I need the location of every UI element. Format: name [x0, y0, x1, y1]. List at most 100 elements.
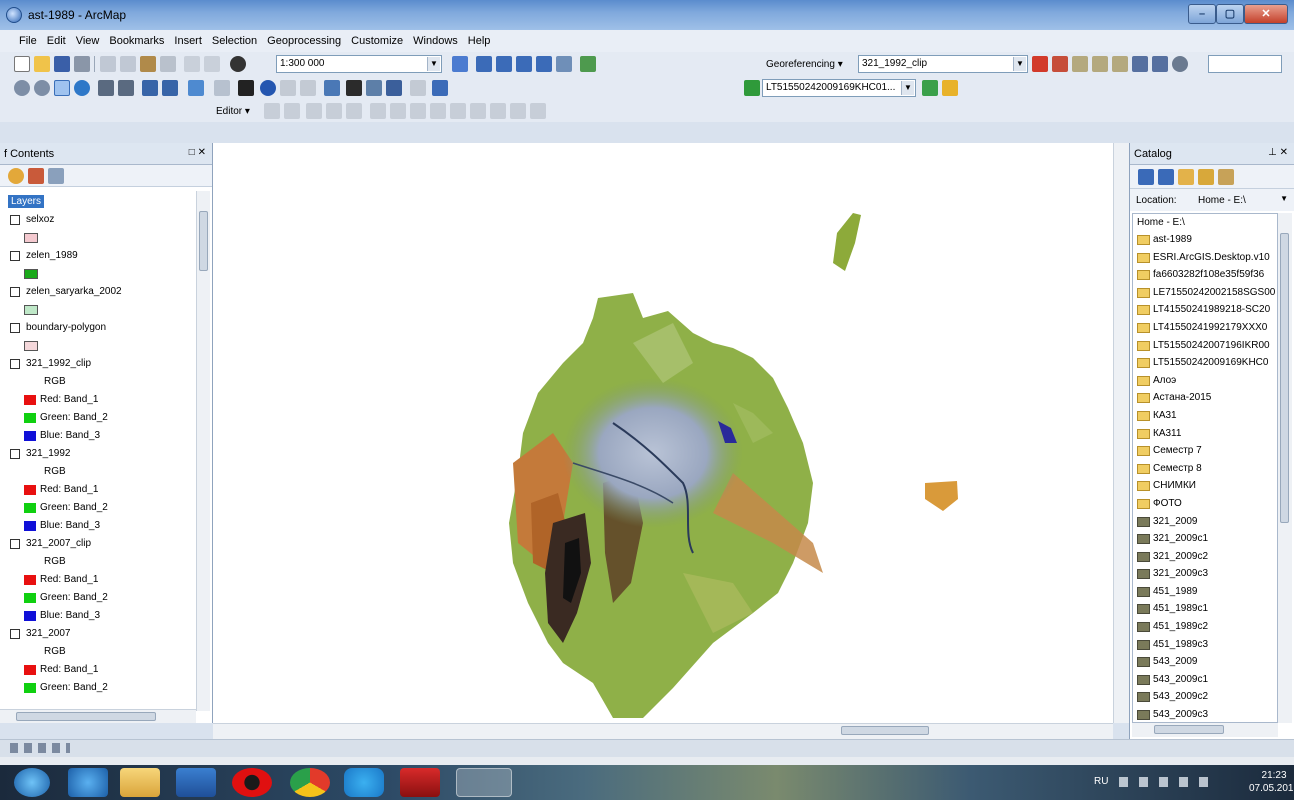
rotate-icon[interactable] [1032, 56, 1048, 72]
toc-horizontal-scrollbar[interactable] [0, 709, 196, 723]
editor-options-icon[interactable] [530, 103, 546, 119]
arcmap-taskbar-icon[interactable] [456, 768, 512, 797]
save-icon[interactable] [54, 56, 70, 72]
zoom-out-icon[interactable] [34, 80, 50, 96]
catalog-item[interactable]: Семестр 8 [1133, 460, 1277, 478]
layer-row[interactable]: 321_2007 [0, 625, 196, 643]
editor-menu[interactable]: Editor ▾ [216, 106, 250, 117]
catalog-item[interactable]: 321_2009c1 [1133, 530, 1277, 548]
layer-row[interactable]: boundary-polygon [0, 319, 196, 337]
internet-explorer-icon[interactable] [68, 768, 108, 797]
catalog-item[interactable]: 543_2009 [1133, 653, 1277, 671]
catalog-item[interactable]: 451_1989 [1133, 583, 1277, 601]
print-icon[interactable] [74, 56, 90, 72]
catalog-item[interactable]: 543_2009c2 [1133, 688, 1277, 706]
fixed-zoom-out-icon[interactable] [118, 80, 134, 96]
auto-adjust-icon[interactable] [1112, 56, 1128, 72]
list-by-drawing-order-icon[interactable] [8, 168, 24, 184]
georef-layer-combo[interactable]: 321_1992_clip ▼ [858, 55, 1028, 73]
catalog-item[interactable]: Астана-2015 [1133, 389, 1277, 407]
menu-geoprocessing[interactable]: Geoprocessing [262, 30, 346, 47]
map-vertical-scrollbar[interactable] [1113, 143, 1129, 723]
hyperlink-icon[interactable] [280, 80, 296, 96]
catalog-item[interactable]: 451_1989c3 [1133, 636, 1277, 654]
find-binoculars-icon[interactable] [346, 80, 362, 96]
redo-icon[interactable] [204, 56, 220, 72]
catalog-item[interactable]: КА31 [1133, 407, 1277, 425]
menu-edit[interactable]: Edit [42, 30, 71, 47]
chevron-down-icon[interactable]: ▼ [1280, 194, 1288, 203]
map-display[interactable] [213, 143, 1113, 723]
catalog-item[interactable]: LT41550241989218-SC20 [1133, 301, 1277, 319]
catalog-item[interactable]: ast-1989 [1133, 231, 1277, 249]
catalog-item[interactable]: LT51550242009169KHC0 [1133, 354, 1277, 372]
layer-visibility-checkbox[interactable] [10, 323, 20, 333]
python-window-icon[interactable] [556, 56, 572, 72]
catalog-item[interactable]: ФОТО [1133, 495, 1277, 513]
add-control-points-icon[interactable] [1092, 56, 1108, 72]
menu-insert[interactable]: Insert [169, 30, 207, 47]
catalog-item[interactable]: 321_2009 [1133, 513, 1277, 531]
chevron-down-icon[interactable]: ▼ [901, 81, 914, 95]
symbol-swatch[interactable] [24, 233, 38, 243]
new-document-icon[interactable] [14, 56, 30, 72]
identify-icon[interactable] [260, 80, 276, 96]
start-button-icon[interactable] [14, 768, 50, 797]
layer-row[interactable]: zelen_1989 [0, 247, 196, 265]
map-scale-combo[interactable]: 1:300 000 ▼ [276, 55, 442, 73]
go-to-xy-icon[interactable] [386, 80, 402, 96]
html-popup-icon[interactable] [300, 80, 316, 96]
cut-polygons-icon[interactable] [410, 103, 426, 119]
modelbuilder-icon[interactable] [580, 56, 596, 72]
view-link-table-icon[interactable] [1132, 56, 1148, 72]
measure-icon[interactable] [324, 80, 340, 96]
chevron-down-icon[interactable]: ▼ [427, 57, 440, 71]
forward-arrow-icon[interactable] [162, 80, 178, 96]
scroll-thumb[interactable] [199, 211, 208, 271]
menu-bookmarks[interactable]: Bookmarks [104, 30, 169, 47]
layer-row[interactable]: 321_2007_clip [0, 535, 196, 553]
location-value[interactable]: Home - E:\ [1198, 195, 1246, 206]
layer-visibility-checkbox[interactable] [10, 287, 20, 297]
arctoolbox-icon[interactable] [536, 56, 552, 72]
scroll-thumb[interactable] [1154, 725, 1224, 734]
table-of-contents-icon[interactable] [476, 56, 492, 72]
forward-arrow-icon[interactable] [1158, 169, 1174, 185]
reshape-icon[interactable] [390, 103, 406, 119]
menu-windows[interactable]: Windows [408, 30, 463, 47]
time-slider-icon[interactable] [410, 80, 426, 96]
back-arrow-icon[interactable] [1138, 169, 1154, 185]
catalog-item[interactable]: 543_2009c1 [1133, 671, 1277, 689]
menu-help[interactable]: Help [463, 30, 496, 47]
maximize-button[interactable]: ▢ [1216, 4, 1244, 24]
raster-layer-combo[interactable]: LT51550242009169KHC01... ▼ [762, 79, 916, 97]
file-explorer-icon[interactable] [120, 768, 160, 797]
edit-annotation-icon[interactable] [284, 103, 300, 119]
layer-visibility-checkbox[interactable] [10, 359, 20, 369]
opera-browser-icon[interactable] [232, 768, 272, 797]
catalog-item[interactable]: 451_1989c1 [1133, 600, 1277, 618]
zoom-in-icon[interactable] [14, 80, 30, 96]
toc-close-icon[interactable]: □ ✕ [189, 147, 206, 158]
catalog-item[interactable]: 321_2009c2 [1133, 548, 1277, 566]
chevron-down-icon[interactable]: ▼ [1013, 57, 1026, 71]
scale-icon[interactable] [1072, 56, 1088, 72]
menu-selection[interactable]: Selection [207, 30, 262, 47]
magnifier-icon[interactable] [1172, 56, 1188, 72]
split-icon[interactable] [430, 103, 446, 119]
symbol-swatch[interactable] [24, 269, 38, 279]
list-by-source-icon[interactable] [28, 168, 44, 184]
catalog-item[interactable]: LE71550242002158SGS00 [1133, 284, 1277, 302]
find-route-icon[interactable] [366, 80, 382, 96]
catalog-horizontal-scrollbar[interactable] [1132, 723, 1278, 737]
search-window-icon[interactable] [516, 56, 532, 72]
map-horizontal-scrollbar[interactable] [213, 723, 1113, 739]
scroll-thumb[interactable] [1280, 233, 1289, 523]
undo-icon[interactable] [184, 56, 200, 72]
open-folder-icon[interactable] [34, 56, 50, 72]
catalog-item[interactable]: Семестр 7 [1133, 442, 1277, 460]
layout-view-toggle-icon[interactable] [10, 743, 70, 753]
media-player-icon[interactable] [176, 768, 216, 797]
catalog-item[interactable]: LT51550242007196IKR00 [1133, 337, 1277, 355]
layer-row[interactable]: selxoz [0, 211, 196, 229]
